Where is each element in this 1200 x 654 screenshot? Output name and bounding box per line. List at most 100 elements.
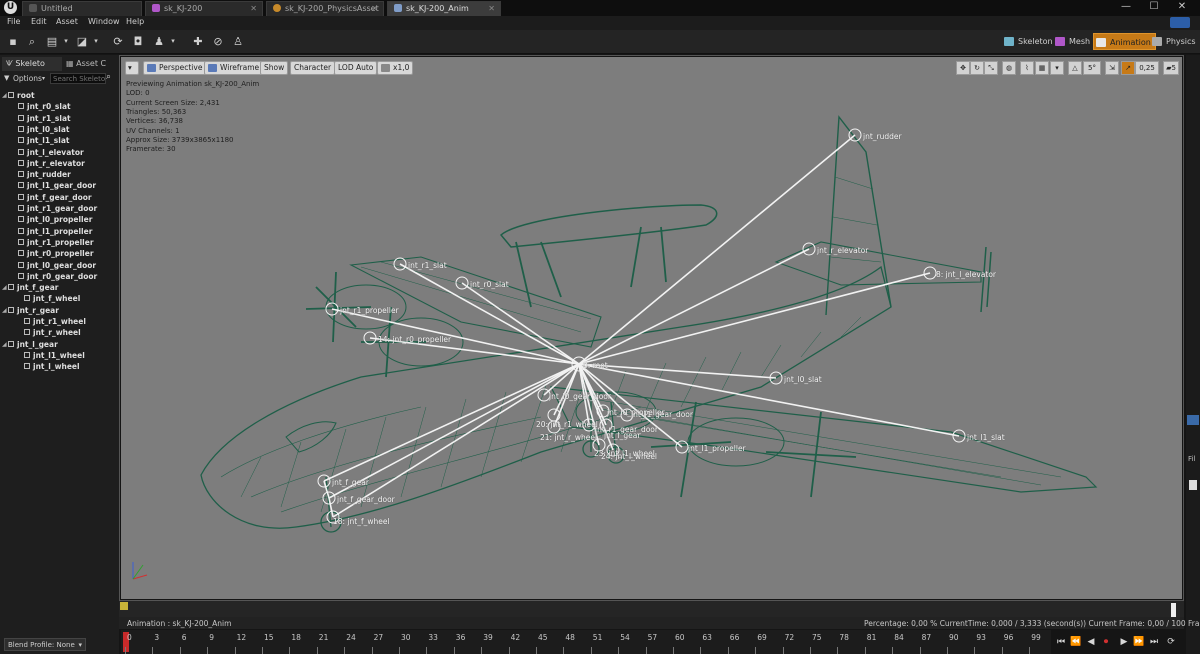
view-mode-button[interactable]: Wireframe bbox=[204, 61, 264, 75]
search-input[interactable] bbox=[50, 73, 106, 84]
preview-mesh-icon[interactable]: ♙ bbox=[230, 34, 246, 49]
rotation-snap-icon[interactable]: △ bbox=[1068, 61, 1082, 75]
export-asset-icon[interactable]: ⟳ bbox=[110, 34, 126, 49]
unreal-logo-icon[interactable]: U bbox=[4, 1, 17, 14]
skeleton-tree-item[interactable]: jnt_f_wheel bbox=[24, 294, 80, 303]
notification-icon[interactable] bbox=[1170, 17, 1190, 28]
translate-icon[interactable]: ✥ bbox=[956, 61, 970, 75]
step-back-icon[interactable]: ⏪ bbox=[1070, 636, 1082, 648]
details-tab-icon[interactable] bbox=[1187, 415, 1199, 425]
skip-to-start-icon[interactable]: ⏮ bbox=[1055, 636, 1067, 648]
search-icon[interactable]: ⌕ bbox=[106, 72, 111, 82]
skeleton-tree-item[interactable]: jnt_r0_gear_door bbox=[18, 272, 97, 281]
menu-asset[interactable]: Asset bbox=[56, 17, 78, 26]
character-button[interactable]: Character bbox=[290, 61, 336, 75]
expand-arrow-icon[interactable]: ◢ bbox=[2, 92, 7, 99]
surface-snap-icon[interactable]: ⌇ bbox=[1020, 61, 1034, 75]
skeleton-tree-item[interactable]: jnt_r0_slat bbox=[18, 102, 71, 111]
close-icon[interactable]: ✕ bbox=[250, 4, 257, 13]
skeleton-tree-item[interactable]: jnt_f_gear bbox=[8, 283, 58, 292]
skeleton-tree-item[interactable]: jnt_r1_slat bbox=[18, 114, 71, 123]
menu-edit[interactable]: Edit bbox=[31, 17, 47, 26]
maximize-button[interactable]: ☐ bbox=[1140, 0, 1168, 14]
expand-arrow-icon[interactable]: ◢ bbox=[2, 341, 7, 348]
expand-arrow-icon[interactable]: ◢ bbox=[2, 284, 7, 291]
skip-to-end-icon[interactable]: ⏭ bbox=[1148, 636, 1160, 648]
camera-speed-value[interactable]: 0,25 bbox=[1135, 61, 1159, 75]
skeleton-tree-item[interactable]: jnt_l1_wheel bbox=[24, 351, 85, 360]
tab-asset-browser[interactable]: ▦ Asset C bbox=[62, 57, 114, 71]
grid-snap-icon[interactable]: ▦ bbox=[1035, 61, 1049, 75]
menu-help[interactable]: Help bbox=[126, 17, 144, 26]
expand-arrow-icon[interactable]: ◢ bbox=[2, 307, 7, 314]
record-dropdown-icon[interactable]: ▾ bbox=[165, 34, 181, 49]
viewport-options-button[interactable]: ▾ bbox=[125, 61, 139, 75]
skeleton-tree-item[interactable]: jnt_r_elevator bbox=[18, 159, 85, 168]
coordinate-space-icon[interactable]: ◍ bbox=[1002, 61, 1016, 75]
filter-icon[interactable]: ▼ bbox=[4, 74, 9, 82]
rotate-icon[interactable]: ↻ bbox=[970, 61, 984, 75]
skeleton-tree-item[interactable]: jnt_l_gear bbox=[8, 340, 58, 349]
play-reverse-icon[interactable]: ◀ bbox=[1085, 636, 1097, 648]
skeleton-tree-item[interactable]: jnt_l1_slat bbox=[18, 136, 69, 145]
skeleton-tree-item[interactable]: jnt_l0_slat bbox=[18, 125, 69, 134]
minimize-button[interactable]: — bbox=[1112, 0, 1140, 14]
skeleton-tree-item[interactable]: jnt_l1_gear_door bbox=[18, 181, 96, 190]
perspective-button[interactable]: Perspective bbox=[143, 61, 207, 75]
mode-physics-button[interactable]: Physics bbox=[1150, 33, 1200, 50]
record-icon[interactable]: ⏺ bbox=[1100, 636, 1112, 648]
document-tab-animation[interactable]: sk_KJ-200_Anim ✕ bbox=[387, 1, 501, 16]
mode-skeleton-button[interactable]: Skeleton bbox=[1002, 33, 1057, 50]
camera-speed-setting[interactable]: ▰5 bbox=[1163, 61, 1179, 75]
skeleton-tree-item[interactable]: jnt_l_wheel bbox=[24, 362, 80, 371]
close-button[interactable]: ✕ bbox=[1168, 0, 1196, 14]
rotation-snap-value[interactable]: 5° bbox=[1083, 61, 1101, 75]
close-icon[interactable]: ✕ bbox=[488, 4, 495, 13]
details-tab-icon[interactable]: Fil bbox=[1188, 455, 1195, 463]
playback-speed-button[interactable]: x1,0 bbox=[377, 61, 414, 75]
save-icon[interactable]: ▪ bbox=[5, 34, 21, 49]
show-button[interactable]: Show bbox=[260, 61, 289, 75]
viewport[interactable]: ▾ Perspective Wireframe Show Character L… bbox=[121, 57, 1182, 599]
skeleton-tree-item[interactable]: jnt_r1_wheel bbox=[24, 317, 86, 326]
add-notify-icon[interactable]: ✚ bbox=[190, 34, 206, 49]
create-asset-icon[interactable]: ◘ bbox=[130, 34, 146, 49]
scale-snap-icon[interactable]: ⇲ bbox=[1105, 61, 1119, 75]
skeleton-tree-item[interactable]: jnt_l_elevator bbox=[18, 148, 84, 157]
skeleton-tree-item[interactable]: jnt_rudder bbox=[18, 170, 71, 179]
tab-skeleton-tree[interactable]: Ѱ Skeleto bbox=[2, 57, 62, 71]
lod-button[interactable]: LOD Auto bbox=[334, 61, 378, 75]
skeleton-tree-item[interactable]: jnt_r_wheel bbox=[24, 328, 81, 337]
skeleton-tree-item[interactable]: jnt_l0_gear_door bbox=[18, 261, 96, 270]
loop-icon[interactable]: ⟳ bbox=[1165, 636, 1177, 648]
document-tab-untitled[interactable]: Untitled bbox=[22, 1, 142, 16]
mode-animation-button[interactable]: Animation bbox=[1093, 33, 1156, 50]
skeleton-tree-item[interactable]: jnt_l1_propeller bbox=[18, 227, 92, 236]
step-forward-icon[interactable]: ⏩ bbox=[1133, 636, 1145, 648]
options-dropdown[interactable]: Options bbox=[13, 74, 42, 83]
skeleton-tree-item[interactable]: jnt_r1_propeller bbox=[18, 238, 94, 247]
play-icon[interactable]: ▶ bbox=[1118, 636, 1130, 648]
grid-size-dropdown[interactable]: ▾ bbox=[1050, 61, 1064, 75]
document-tab-skeletal-mesh[interactable]: sk_KJ-200 ✕ bbox=[145, 1, 263, 16]
reimport-dropdown-icon[interactable]: ▾ bbox=[58, 34, 74, 49]
find-in-content-browser-icon[interactable]: ⌕ bbox=[24, 34, 40, 49]
skeleton-tree-item[interactable]: jnt_f_gear_door bbox=[18, 193, 92, 202]
camera-speed-icon[interactable]: ↗ bbox=[1121, 61, 1135, 75]
blend-profile-dropdown[interactable]: Blend Profile: None ▾ bbox=[4, 638, 86, 651]
scrub-marker[interactable] bbox=[120, 602, 128, 610]
menu-window[interactable]: Window bbox=[88, 17, 120, 26]
close-icon[interactable]: ✕ bbox=[371, 4, 378, 13]
timeline-ruler[interactable]: 0 3 6 9 12 15 18 21 24 27 30 33 36 39 42 45 48 51 54 57 60 63… bbox=[121, 630, 1051, 654]
menu-file[interactable]: File bbox=[7, 17, 20, 26]
scrollbar-thumb[interactable] bbox=[1189, 480, 1197, 490]
skeleton-tree-item[interactable]: jnt_r1_gear_door bbox=[18, 204, 97, 213]
mode-mesh-button[interactable]: Mesh bbox=[1053, 33, 1094, 50]
compression-dropdown-icon[interactable]: ▾ bbox=[88, 34, 104, 49]
skeleton-tree-item[interactable]: jnt_r0_propeller bbox=[18, 249, 94, 258]
remove-icon[interactable]: ⊘ bbox=[210, 34, 226, 49]
skeleton-tree-item[interactable]: jnt_l0_propeller bbox=[18, 215, 92, 224]
scrub-bar[interactable] bbox=[119, 601, 1184, 623]
skeleton-tree-item[interactable]: root bbox=[8, 91, 35, 100]
scale-icon[interactable]: ⤡ bbox=[984, 61, 998, 75]
